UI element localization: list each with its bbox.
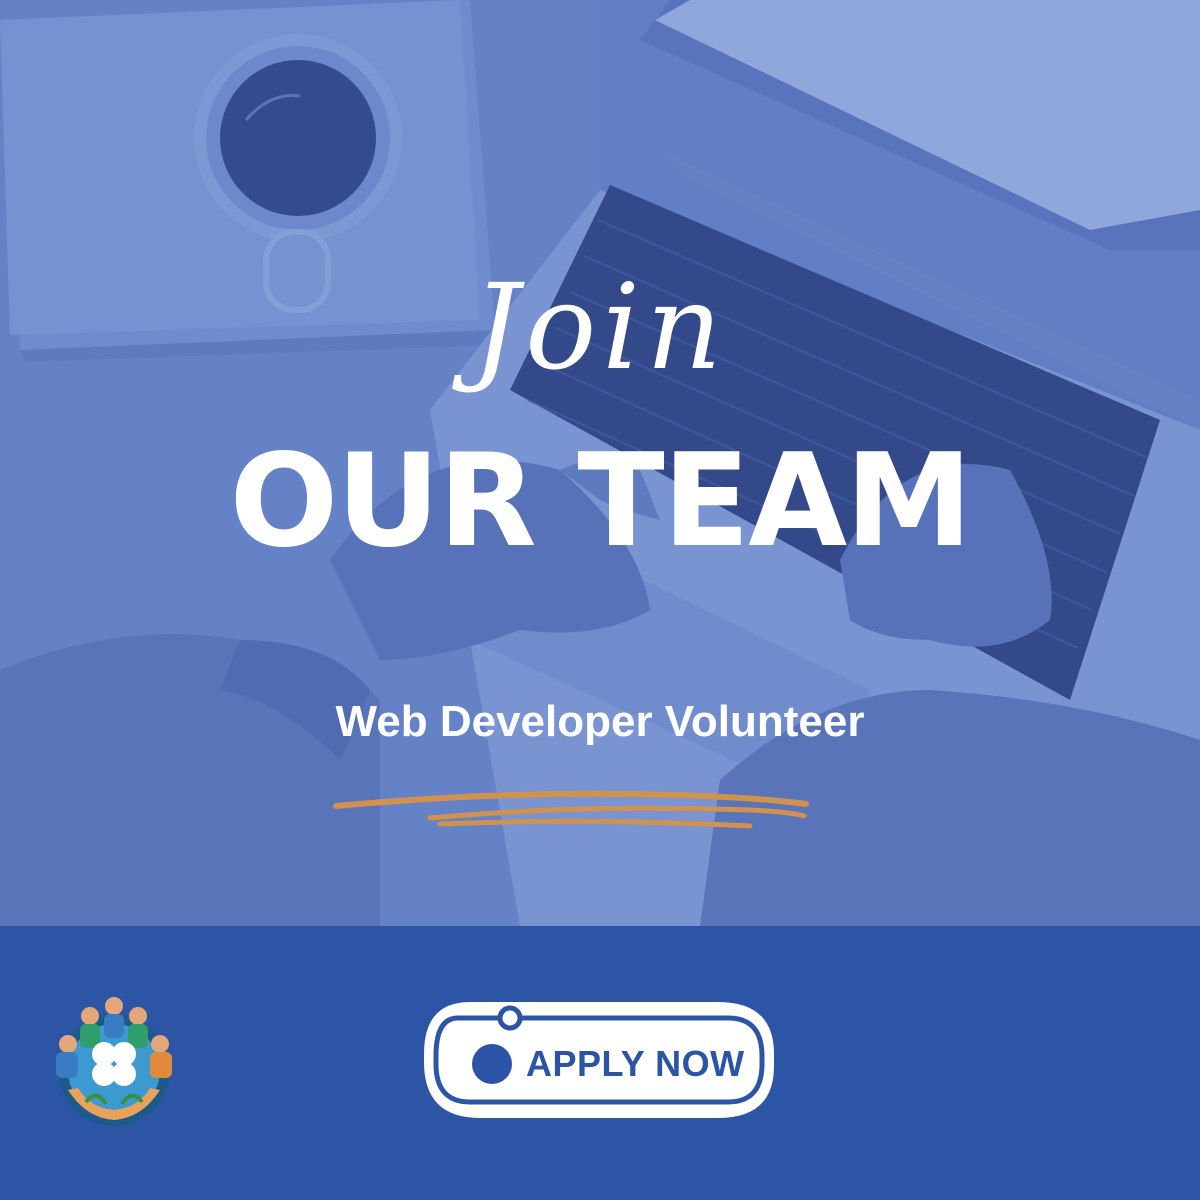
apply-button-wrapper: APPLY NOW xyxy=(418,996,784,1124)
job-poster: Join OUR TEAM Web Developer Volunteer AP… xyxy=(0,0,1200,1200)
apply-now-label: APPLY NOW xyxy=(526,1043,745,1084)
logo-icon xyxy=(56,997,172,1126)
role-subtitle: Web Developer Volunteer xyxy=(335,697,865,746)
apply-now-button[interactable]: APPLY NOW xyxy=(446,1026,754,1102)
headline-title: OUR TEAM xyxy=(229,427,972,576)
chevron-right-icon xyxy=(452,1028,463,1046)
join-script-title: Join xyxy=(471,258,729,396)
community-clover-logo xyxy=(46,992,182,1128)
underline-swoosh xyxy=(333,790,809,829)
chevron-right-circle-icon xyxy=(452,1028,512,1084)
